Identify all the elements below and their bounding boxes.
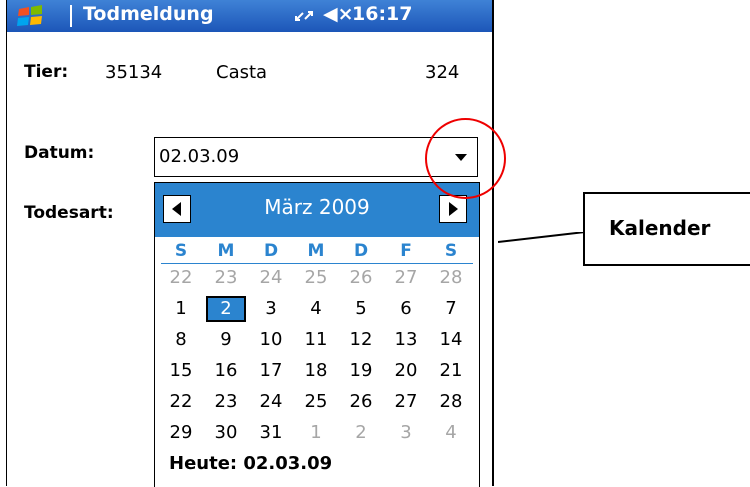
- weekday-label: D: [263, 241, 279, 261]
- calendar-day[interactable]: 24: [251, 265, 291, 291]
- calendar-day[interactable]: 30: [206, 420, 246, 446]
- calendar-day[interactable]: 21: [431, 358, 471, 384]
- calendar-day[interactable]: 5: [341, 296, 381, 322]
- calendar-day[interactable]: 28: [431, 389, 471, 415]
- clock[interactable]: 16:17: [352, 3, 412, 25]
- calendar-day[interactable]: 9: [206, 327, 246, 353]
- calendar-day[interactable]: 20: [386, 358, 426, 384]
- calendar-day[interactable]: 1: [161, 296, 201, 322]
- calendar-day[interactable]: 11: [296, 327, 336, 353]
- weekday-label: D: [353, 241, 369, 261]
- calendar-day[interactable]: 14: [431, 327, 471, 353]
- title-bar: Todmeldung ◀× 16:17: [7, 0, 492, 32]
- calendar-day[interactable]: 16: [206, 358, 246, 384]
- calendar-day[interactable]: 6: [386, 296, 426, 322]
- calendar-day[interactable]: 15: [161, 358, 201, 384]
- title-separator: [70, 5, 72, 27]
- calendar-day[interactable]: 23: [206, 389, 246, 415]
- calendar-day[interactable]: 25: [296, 389, 336, 415]
- calendar-day[interactable]: 27: [386, 389, 426, 415]
- calendar-day[interactable]: 31: [251, 420, 291, 446]
- calendar-popup: März 2009 S M D M D F S 22 23 24 25 26 27 28 1 2…: [154, 182, 480, 487]
- calendar-day[interactable]: 1: [296, 420, 336, 446]
- weekday-header: S M D M D F S: [161, 241, 473, 264]
- calendar-day[interactable]: 8: [161, 327, 201, 353]
- calendar-day[interactable]: 27: [386, 265, 426, 291]
- date-value: 02.03.09: [159, 146, 240, 167]
- weekday-label: S: [444, 241, 458, 261]
- calendar-day[interactable]: 23: [206, 265, 246, 291]
- calendar-day[interactable]: 22: [161, 265, 201, 291]
- animal-number: 324: [425, 62, 460, 83]
- death-type-label: Todesart:: [24, 203, 114, 223]
- calendar-day[interactable]: 4: [431, 420, 471, 446]
- weekday-label: F: [400, 241, 412, 261]
- calendar-day[interactable]: 2: [341, 420, 381, 446]
- calendar-day[interactable]: 26: [341, 389, 381, 415]
- today-link[interactable]: Heute: 02.03.09: [169, 453, 332, 474]
- calendar-day[interactable]: 19: [341, 358, 381, 384]
- calendar-day[interactable]: 29: [161, 420, 201, 446]
- month-title[interactable]: März 2009: [155, 195, 479, 219]
- calendar-day[interactable]: 4: [296, 296, 336, 322]
- windows-start-icon[interactable]: [13, 3, 61, 29]
- animal-id: 35134: [105, 62, 163, 83]
- weekday-label: S: [174, 241, 188, 261]
- calendar-day[interactable]: 12: [341, 327, 381, 353]
- calendar-header: März 2009: [155, 183, 479, 237]
- calendar-day[interactable]: 18: [296, 358, 336, 384]
- highlight-circle: [425, 118, 506, 199]
- calendar-day[interactable]: 3: [251, 296, 291, 322]
- weekday-label: M: [217, 241, 235, 261]
- date-label: Datum:: [24, 143, 95, 163]
- calendar-day[interactable]: 22: [161, 389, 201, 415]
- arrow-right-icon: [449, 202, 458, 216]
- calendar-day[interactable]: 10: [251, 327, 291, 353]
- calendar-day[interactable]: 26: [341, 265, 381, 291]
- device-screen: Todmeldung ◀× 16:17 Tier: 35134 Casta 32…: [6, 0, 506, 487]
- calendar-day[interactable]: 3: [386, 420, 426, 446]
- calendar-day[interactable]: 25: [296, 265, 336, 291]
- volume-muted-icon[interactable]: ◀×: [323, 3, 354, 25]
- calendar-day[interactable]: 13: [386, 327, 426, 353]
- calendar-day[interactable]: 7: [431, 296, 471, 322]
- calendar-day[interactable]: 24: [251, 389, 291, 415]
- calendar-callout: Kalender: [583, 192, 750, 266]
- animal-label: Tier:: [24, 62, 69, 82]
- callout-label: Kalender: [609, 216, 711, 240]
- weekday-label: M: [307, 241, 325, 261]
- calendar-day[interactable]: 28: [431, 265, 471, 291]
- window-title: Todmeldung: [83, 3, 214, 25]
- calendar-day[interactable]: 17: [251, 358, 291, 384]
- next-month-button[interactable]: [439, 195, 467, 223]
- connectivity-icon[interactable]: [293, 5, 315, 27]
- calendar-day-selected[interactable]: 2: [206, 296, 246, 322]
- animal-name: Casta: [216, 62, 268, 83]
